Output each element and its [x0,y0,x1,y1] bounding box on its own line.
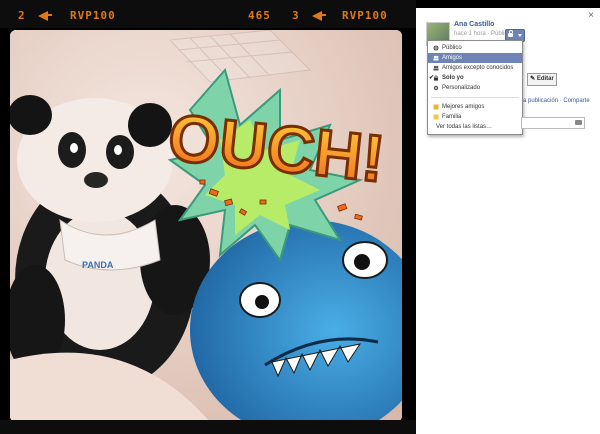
privacy-option-friends[interactable]: Amigos [428,53,522,63]
star-icon [433,104,439,110]
film-left-code: RVP100 [70,9,116,22]
film-right-arrow-icon [312,11,322,21]
menu-divider [431,97,519,98]
list-option-label: Familia [442,114,462,120]
lock-icon [508,30,513,37]
film-left-arrow-icon [38,11,48,21]
edit-button-label: Editar [536,76,554,82]
privacy-option-label: Amigos excepto conocidos [442,65,514,71]
privacy-option-public[interactable]: Público [428,43,522,53]
friends-icon [433,55,439,61]
film-right-number: 3 [292,9,300,22]
privacy-option-label: Amigos [442,55,463,61]
list-option-family[interactable]: Familia [428,112,522,122]
list-option-best-friends[interactable]: Mejores amigos [428,102,522,112]
film-right-code: RVP100 [342,9,388,22]
privacy-option-label: Público [442,45,462,51]
list-option-label: Mejores amigos [442,104,485,110]
privacy-option-label: Solo yo [442,75,464,81]
privacy-dropdown-menu: Público Amigos Amigos excepto conocidos … [427,40,523,135]
post-meta: hace 1 hora · Público [454,31,511,37]
camera-icon[interactable] [575,120,582,125]
close-icon[interactable]: × [588,10,594,21]
photo-illustration: PANDA OUCH! [10,30,402,422]
film-left-number: 2 [18,9,26,22]
privacy-option-custom[interactable]: Personalizado [428,83,522,93]
lock-icon [434,75,438,81]
film-frame-number: 465 [248,9,271,22]
family-icon [433,114,439,120]
film-strip-top: 2 RVP100 465 3 RVP100 [0,0,416,28]
post-actions-links[interactable]: a publicación · Comparte [523,98,590,104]
panda-badge-text: PANDA [82,260,114,270]
owner-name[interactable]: Ana Castillo [454,21,494,28]
chevron-down-icon [518,34,522,37]
film-right-bar [320,14,326,16]
comment-input[interactable] [521,117,585,129]
edit-button[interactable]: ✎ Editar [527,73,557,86]
privacy-option-friends-except-acquaintances[interactable]: Amigos excepto conocidos [428,63,522,73]
see-all-lists-link[interactable]: Ver todas las listas… [428,122,522,132]
globe-icon [433,45,439,51]
film-left-bar [46,14,52,16]
photo[interactable]: PANDA OUCH! [10,30,402,422]
gear-icon [433,85,439,91]
friends-icon [433,65,439,71]
privacy-option-label: Personalizado [442,85,481,91]
pencil-icon: ✎ [530,76,536,82]
privacy-option-only-me[interactable]: ✔ Solo yo [428,73,522,83]
film-strip-bottom [0,420,416,434]
